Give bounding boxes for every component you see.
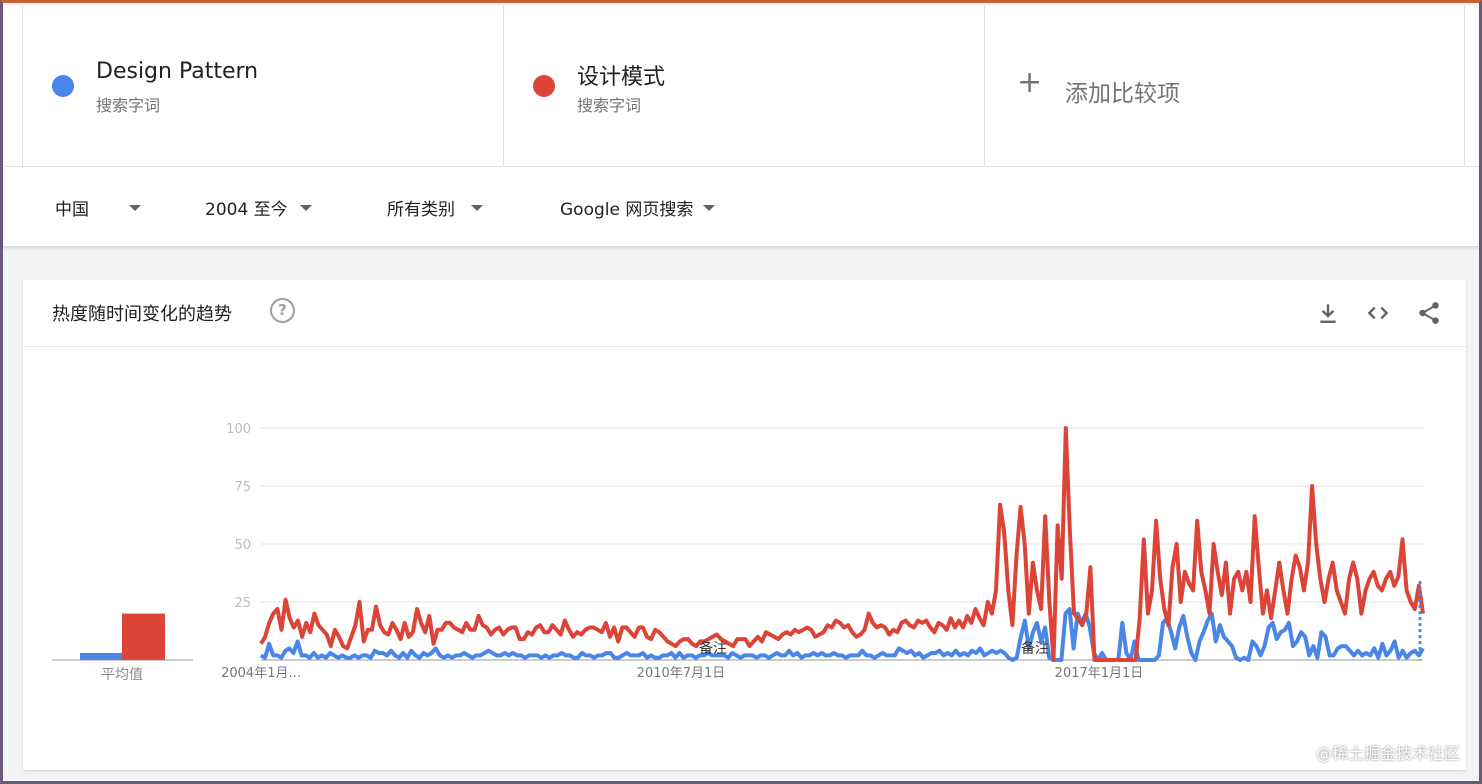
term-card-2[interactable]: 设计模式 搜索字词 (503, 6, 984, 166)
category-dropdown[interactable]: 所有类别 (387, 195, 483, 220)
plus-icon: + (1017, 65, 1043, 100)
term-type: 搜索字词 (96, 96, 161, 115)
card-header: 热度随时间变化的趋势 ? (23, 280, 1466, 347)
time-range-dropdown[interactable]: 2004 至今 (205, 195, 312, 220)
chevron-down-icon (703, 204, 716, 211)
help-icon[interactable]: ? (270, 298, 295, 323)
embed-code-icon[interactable] (1365, 300, 1391, 326)
y-tick-label: 50 (234, 538, 251, 553)
note-label: 备注 (1021, 640, 1049, 657)
region-dropdown[interactable]: 中国 (55, 195, 141, 220)
search-property-value: Google 网页搜索 (560, 200, 694, 220)
trend-chart: 255075100 平均值 备注 备注 2004年1月... 2010年7月1日 20… (52, 422, 1425, 683)
add-comparison-label: 添加比较项 (1065, 81, 1180, 107)
search-property-dropdown[interactable]: Google 网页搜索 (560, 195, 716, 220)
interest-over-time-card: 热度随时间变化的趋势 ? 25 50 75 100 平均值 备注 备注 2004年1月.… (23, 280, 1466, 770)
chevron-down-icon (471, 204, 483, 211)
chevron-down-icon (299, 204, 312, 211)
term-type: 搜索字词 (577, 96, 642, 115)
filter-bar: 中国 2004 至今 所有类别 Google 网页搜索 (3, 166, 1479, 246)
add-comparison-button[interactable]: + 添加比较项 (984, 6, 1465, 166)
download-icon[interactable] (1315, 300, 1341, 326)
term-color-dot (52, 75, 74, 97)
time-range-value: 2004 至今 (205, 200, 288, 220)
x-tick-label: 2017年1月1日 (1055, 666, 1144, 681)
term-name: 设计模式 (577, 65, 666, 90)
term-color-dot (533, 75, 555, 97)
y-tick-label: 100 (226, 422, 251, 437)
term-name: Design Pattern (96, 59, 259, 84)
avg-bar (122, 613, 165, 660)
watermark-text: @稀土掘金技术社区 (1315, 744, 1460, 763)
average-bars: 平均值 (52, 613, 193, 683)
chevron-down-icon (129, 204, 141, 211)
avg-label: 平均值 (101, 667, 143, 683)
share-icon[interactable] (1416, 300, 1442, 326)
avg-bar (80, 653, 123, 660)
note-label: 备注 (699, 640, 727, 657)
y-tick-label: 75 (234, 480, 251, 495)
card-title: 热度随时间变化的趋势 (52, 304, 232, 325)
y-tick-label: 25 (234, 596, 251, 611)
category-value: 所有类别 (387, 200, 455, 220)
x-tick-label: 2004年1月... (221, 666, 301, 681)
x-axis-ticks: 2004年1月... 2010年7月1日 2017年1月1日 (221, 666, 1143, 681)
search-terms-bar: Design Pattern 搜索字词 设计模式 搜索字词 + 添加比较项 (3, 6, 1479, 166)
term-card-1[interactable]: Design Pattern 搜索字词 (22, 6, 503, 166)
x-tick-label: 2010年7月1日 (637, 666, 726, 681)
region-value: 中国 (55, 200, 89, 220)
